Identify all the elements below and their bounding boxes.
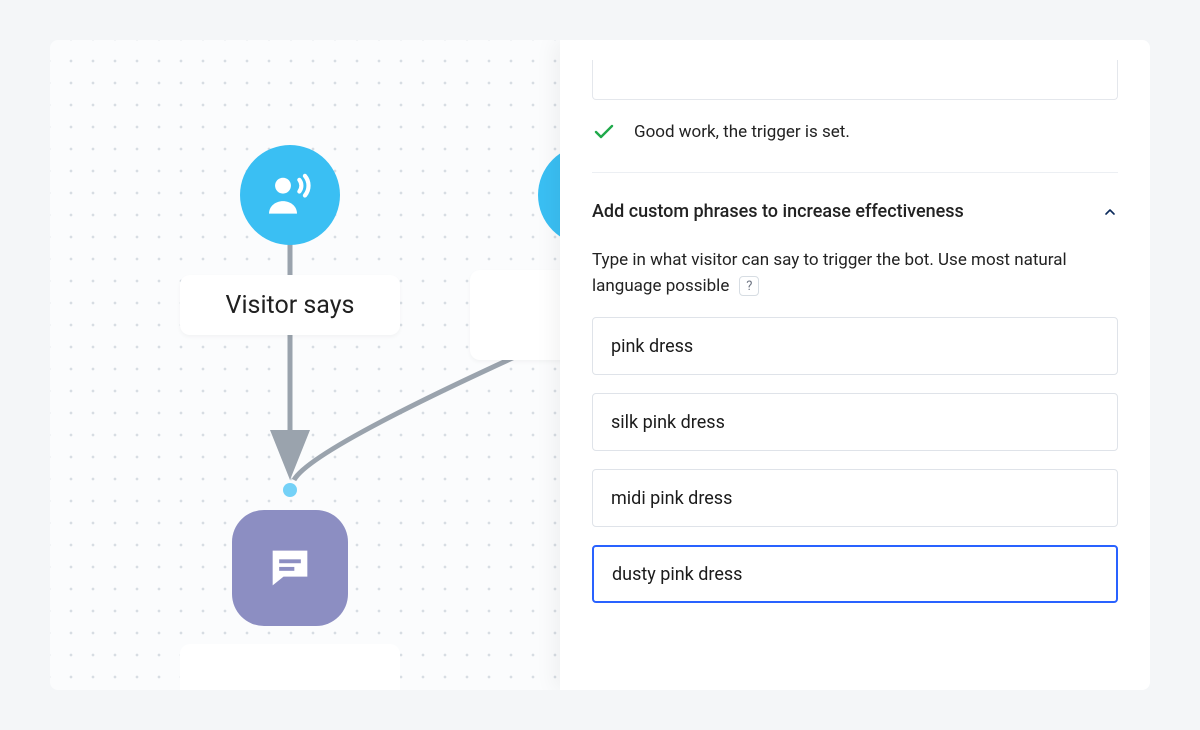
phrase-input-1[interactable] <box>592 393 1118 451</box>
visitor-says-node-icon[interactable] <box>240 145 340 245</box>
visitor-says-text: Visitor says <box>226 291 355 320</box>
trigger-config-panel: Good work, the trigger is set. Add custo… <box>560 40 1150 690</box>
flow-canvas[interactable]: Visitor says Opera the Good work, the tr… <box>50 40 1150 690</box>
custom-phrases-title: Add custom phrases to increase effective… <box>592 201 964 222</box>
custom-phrases-section-header[interactable]: Add custom phrases to increase effective… <box>592 201 1118 222</box>
panel-top-input-cut[interactable] <box>592 60 1118 100</box>
trigger-status-row: Good work, the trigger is set. <box>592 120 1118 173</box>
trigger-status-text: Good work, the trigger is set. <box>634 122 850 142</box>
chevron-up-icon <box>1102 204 1118 220</box>
phrase-input-0[interactable] <box>592 317 1118 375</box>
person-voice-icon <box>262 167 318 223</box>
phrase-input-3[interactable] <box>592 545 1118 603</box>
help-icon[interactable]: ? <box>739 276 759 296</box>
message-node-icon[interactable] <box>232 510 348 626</box>
checkmark-icon <box>592 120 616 144</box>
chat-message-icon <box>264 542 316 594</box>
phrase-input-2[interactable] <box>592 469 1118 527</box>
flow-link-dot <box>283 483 297 497</box>
message-node-label[interactable] <box>180 644 400 690</box>
custom-phrases-hint: Type in what visitor can say to trigger … <box>592 250 1067 296</box>
visitor-says-node-label[interactable]: Visitor says <box>180 275 400 335</box>
